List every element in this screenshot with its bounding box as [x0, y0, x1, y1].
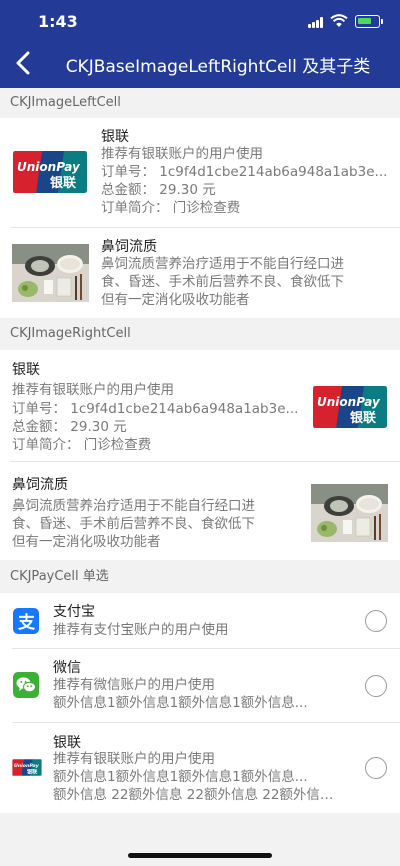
cell-title: 鼻饲流质	[12, 477, 68, 493]
wechat-radio[interactable]	[365, 675, 387, 697]
image-right-food-cell[interactable]: 鼻饲流质 鼻饲流质营养治疗适用于不能自行经口进 食、昏迷、手术前后营养不良、食欲…	[0, 462, 400, 560]
order-amount: 总金额： 29.30 元	[12, 419, 127, 435]
order-brief: 订单简介： 门诊检查费	[101, 200, 241, 216]
alipay-icon: 支	[13, 608, 39, 634]
alipay-radio[interactable]	[365, 610, 387, 632]
cell-desc-line: 食、昏迷、手术前后营养不良、食欲低下	[101, 274, 344, 290]
pay-title: 支付宝	[53, 604, 95, 620]
pay-desc: 推荐有银联账户的用户使用	[53, 751, 215, 767]
svg-text:银联: 银联	[350, 410, 376, 426]
page-title: CKJBaseImageLeftRightCell 及其子类	[65, 57, 371, 77]
cell-desc-line: 鼻饲流质营养治疗适用于不能自行经口进	[101, 256, 344, 272]
pay-title: 微信	[53, 660, 81, 676]
order-brief: 订单简介： 门诊检查费	[12, 437, 152, 453]
image-left-food-cell[interactable]: 鼻饲流质 鼻饲流质营养治疗适用于不能自行经口进 食、昏迷、手术前后营养不良、食欲…	[0, 228, 400, 318]
battery-icon	[355, 15, 383, 28]
cell-title: 银联	[101, 129, 129, 145]
unionpay-radio[interactable]	[365, 757, 387, 779]
svg-text:UnionPay: UnionPay	[17, 160, 81, 174]
cell-desc-line: 但有一定消化吸收功能者	[101, 292, 250, 308]
food-photo	[311, 484, 388, 542]
cell-desc: 推荐有银联账户的用户使用	[101, 146, 263, 162]
section-header-image-left: CKJImageLeftCell	[0, 88, 400, 118]
svg-text:UnionPay: UnionPay	[14, 763, 40, 769]
unionpay-logo: UnionPay 银联	[12, 148, 88, 196]
order-number: 订单号： 1c9f4d1cbe214ab6a948a1ab3e...	[101, 164, 388, 180]
cell-title: 银联	[12, 362, 40, 378]
navigation-bar: 1:43 CKJBaseImageLeftRightCell 及其子类	[0, 0, 400, 88]
cell-desc: 推荐有银联账户的用户使用	[12, 382, 174, 398]
cellular-signal-icon	[308, 17, 325, 28]
svg-text:银联: 银联	[50, 175, 76, 191]
image-left-unionpay-cell[interactable]: UnionPay 银联 银联 推荐有银联账户的用户使用 订单号： 1c9f4d1…	[0, 118, 400, 228]
pay-extra-2: 额外信息 22额外信息 22额外信息 22额外信息 ...	[53, 787, 338, 803]
order-amount: 总金额： 29.30 元	[101, 182, 216, 198]
cell-desc-line: 鼻饲流质营养治疗适用于不能自行经口进	[12, 498, 255, 514]
cell-desc-line: 食、昏迷、手术前后营养不良、食欲低下	[12, 516, 255, 532]
cell-title: 鼻饲流质	[101, 239, 157, 255]
svg-text:UnionPay: UnionPay	[317, 395, 381, 409]
svg-text:支: 支	[18, 612, 36, 633]
wechat-icon	[13, 672, 39, 698]
home-indicator	[128, 853, 272, 858]
pay-option-wechat[interactable]: 微信 推荐有微信账户的用户使用 额外信息1额外信息1额外信息1额外信息...	[0, 649, 400, 723]
order-number: 订单号： 1c9f4d1cbe214ab6a948a1ab3e...	[12, 401, 299, 417]
pay-desc: 推荐有微信账户的用户使用	[53, 677, 215, 693]
pay-option-unionpay[interactable]: UnionPay 银联 银联 推荐有银联账户的用户使用 额外信息1额外信息1额外…	[0, 723, 400, 813]
food-photo	[12, 244, 89, 302]
pay-extra-1: 额外信息1额外信息1额外信息1额外信息...	[53, 695, 308, 711]
unionpay-logo: UnionPay 银联	[312, 383, 388, 431]
unionpay-icon: UnionPay 银联	[12, 758, 42, 777]
section-header-image-right: CKJImageRightCell	[0, 319, 400, 349]
pay-desc: 推荐有支付宝账户的用户使用	[53, 622, 229, 638]
wifi-icon	[330, 14, 348, 27]
cell-desc-line: 但有一定消化吸收功能者	[12, 534, 161, 550]
pay-option-alipay[interactable]: 支 支付宝 推荐有支付宝账户的用户使用	[0, 593, 400, 649]
back-chevron-icon[interactable]	[10, 48, 40, 78]
pay-title: 银联	[53, 735, 81, 751]
status-bar: 1:43	[0, 0, 400, 44]
section-header-pay: CKJPayCell 单选	[0, 562, 400, 592]
image-right-unionpay-cell[interactable]: 银联 推荐有银联账户的用户使用 订单号： 1c9f4d1cbe214ab6a94…	[0, 350, 400, 462]
pay-extra-1: 额外信息1额外信息1额外信息1额外信息...	[53, 769, 308, 785]
status-time: 1:43	[38, 12, 78, 31]
